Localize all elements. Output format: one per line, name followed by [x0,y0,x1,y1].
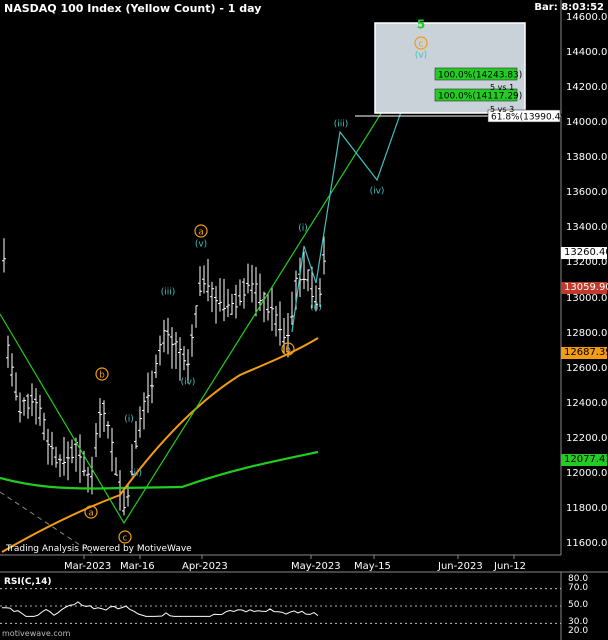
price-tag: 13260.40 [561,246,608,259]
rsi-title: RSI(C,14) [4,577,52,587]
x-tick-label: Apr-2023 [182,561,228,572]
y-tick-label: 14600.00 [566,12,608,23]
wave-label: b [285,346,291,356]
y-tick-label: 12200.00 [566,432,608,444]
fib-level-label: 100.0%(14243.83) [438,71,522,81]
y-tick-label: 13000.00 [566,292,608,304]
wave-label: (v) [415,51,427,61]
credit-text: Trading Analysis Powered by MotiveWave [6,544,192,554]
y-tick-label: 13600.00 [566,187,608,199]
y-tick-label: 12600.00 [566,362,608,374]
x-tick-label: Jun-2023 [438,561,483,572]
y-tick-label: 14000.00 [566,117,608,129]
wave-label: (iv) [181,378,196,388]
y-tick-label: 13200.00 [566,257,608,269]
rsi-tick-label: 50.0 [568,600,589,610]
price-tag: 13059.90 [561,282,608,295]
wave-label: (i) [124,415,134,425]
wave-label: (ii) [310,303,322,313]
y-tick-label: 12400.00 [566,397,608,409]
wave-label: 5 [417,18,425,32]
wave-label: (i) [298,224,308,234]
wave-label: (v) [195,240,207,250]
fib-level-label: 100.0%(14117.29) [438,92,522,102]
x-tick-label: Mar-16 [120,561,155,572]
y-tick-label: 14200.00 [566,82,608,94]
rsi-tick-label: 70.0 [568,582,589,593]
wave-label: a [198,228,204,238]
wave-label: (iv) [370,187,385,197]
fib-note: 5 vs 3 [490,105,514,114]
fib-note: 5 vs 1 [490,83,514,92]
x-tick-label: May-15 [354,561,391,572]
watermark: motivewave.com [2,629,71,638]
y-tick-label: 12800.00 [566,327,608,339]
y-tick-label: 14400.00 [566,47,608,59]
price-tag: 12077.41 [561,454,608,467]
price-tag: 12687.39 [561,347,608,360]
wave-label: (iii) [334,120,349,130]
wave-label: a [88,509,94,519]
wave-label: b [99,371,105,381]
fib-level-label: 61.8%(13990.49) [491,113,570,123]
wave-label: (iii) [161,288,176,298]
wave-label: (ii) [130,469,142,479]
rsi-line [1,601,319,617]
wave-label: c [123,534,128,544]
y-tick-label: 12000.00 [566,467,608,479]
x-tick-label: May-2023 [291,561,341,572]
y-tick-label: 11800.00 [566,502,608,514]
x-tick-label: Jun-12 [494,561,526,572]
y-tick-label: 13400.00 [566,222,608,234]
wave-count-green-line [0,47,423,525]
y-tick-label: 13800.00 [566,152,608,164]
wave-label: c [419,40,424,50]
y-tick-label: 11600.00 [566,538,608,549]
x-tick-label: Mar-2023 [64,561,112,572]
rsi-tick-label: 20.0 [568,626,589,636]
